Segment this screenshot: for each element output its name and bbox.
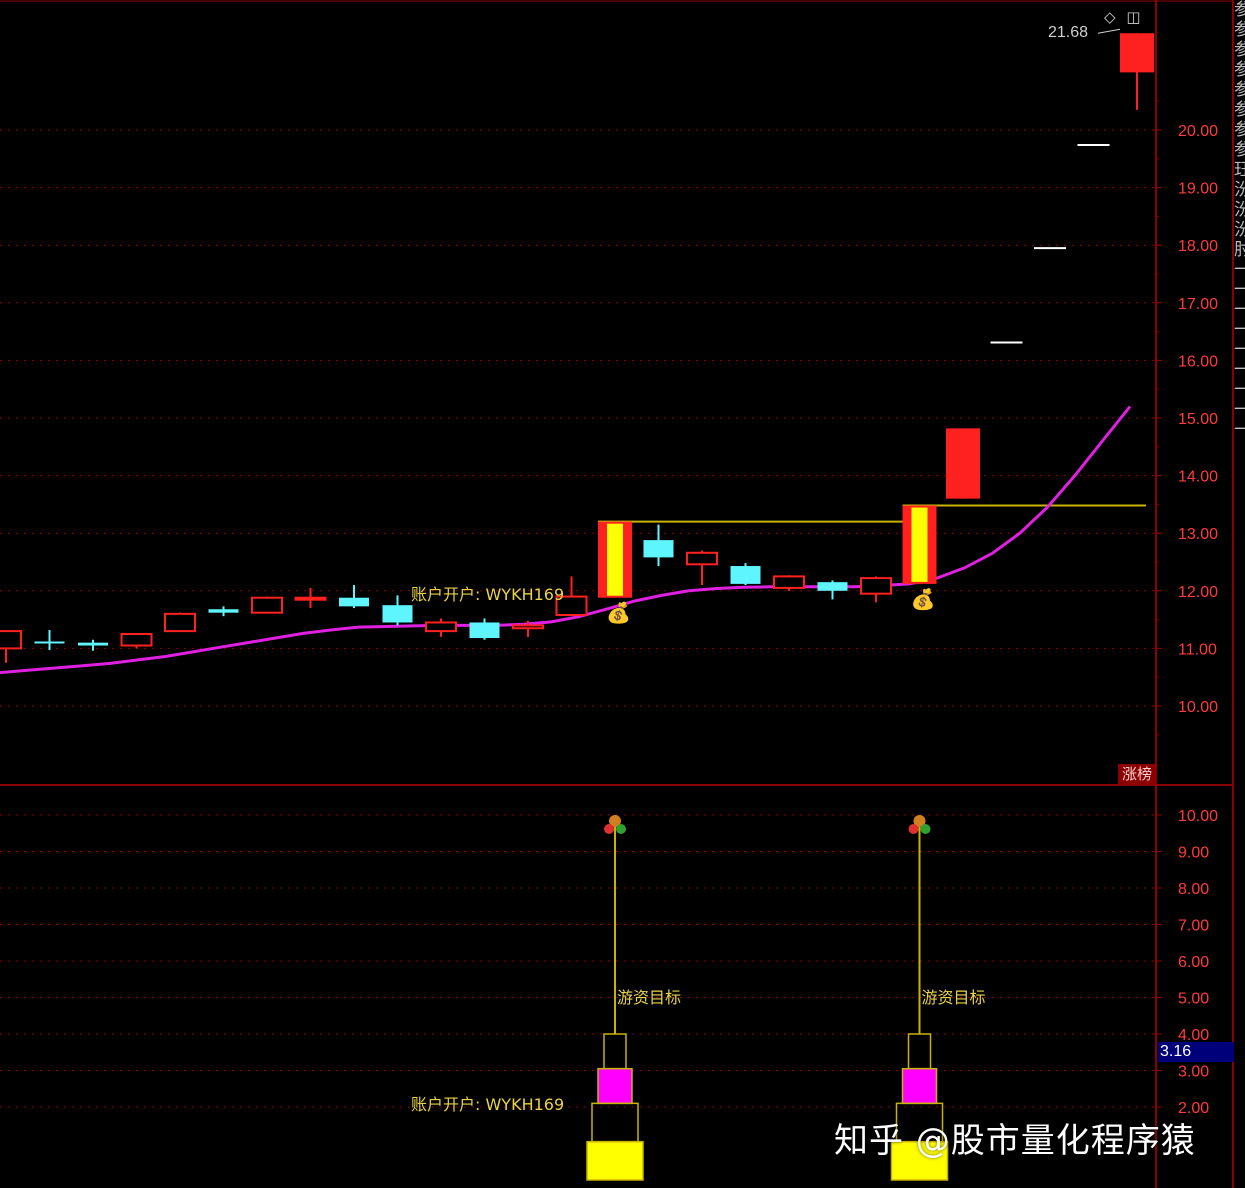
candle-body [294, 596, 327, 601]
candle-body [208, 609, 239, 613]
y-tick-label: 19.00 [1178, 181, 1218, 198]
candle-body [1120, 33, 1154, 73]
candle [425, 618, 457, 637]
candle-body [34, 641, 65, 644]
candle [773, 575, 805, 591]
y-tick-label: 8.00 [1178, 881, 1209, 898]
candle [643, 524, 674, 567]
candle [78, 639, 108, 651]
account-label: 账户开户: WYKH169 [411, 585, 564, 604]
candle [34, 629, 65, 651]
candle-body [469, 622, 500, 639]
y-tick-label: 9.00 [1178, 845, 1209, 862]
signal-tier [907, 1033, 932, 1070]
last-price-label: 21.68 [1048, 24, 1088, 41]
candle-core [911, 507, 928, 582]
y-tick-label: 7.00 [1178, 918, 1209, 935]
candle-body [686, 551, 718, 566]
y-tick-label: 13.00 [1178, 526, 1218, 543]
candle [1120, 33, 1154, 110]
candle [251, 596, 283, 614]
signal-tier [901, 1067, 938, 1105]
candle-body [860, 577, 892, 595]
candle-body [773, 575, 805, 589]
y-tick-label: 12.00 [1178, 584, 1218, 601]
y-tick-label: 16.00 [1178, 353, 1218, 370]
candle-body [382, 605, 413, 623]
price-arrow [1097, 28, 1121, 34]
candle-body [512, 624, 544, 630]
candle [730, 563, 761, 586]
candle-body [78, 642, 108, 646]
candles: 💰💰 [0, 33, 1154, 663]
candle [686, 550, 718, 586]
candle [120, 633, 153, 649]
candle [469, 618, 500, 640]
ornament-icon [604, 824, 614, 834]
chart-labels: 21.68 账户开户: WYKH169 账户开户: WYKH169 [411, 24, 1121, 1114]
watermark: 知乎 @股市量化程序猿 [834, 1121, 1196, 1161]
candle [208, 606, 239, 617]
y-tick-label: 10.00 [1178, 808, 1218, 825]
candle-body [730, 566, 761, 584]
candle-body [0, 630, 22, 650]
panel-icon[interactable]: ◫ [1126, 8, 1140, 26]
target-label: 游资目标 [922, 988, 986, 1007]
candle [817, 580, 848, 600]
level-lines [598, 504, 1146, 523]
diamond-icon[interactable]: ◇ [1104, 8, 1116, 26]
candle [164, 612, 196, 633]
candle [339, 585, 369, 609]
toolbar-icons[interactable]: ◇ ◫ [1104, 8, 1147, 26]
signal-tier [591, 1102, 639, 1143]
rank-badge[interactable]: 涨榜 [1118, 764, 1156, 784]
target-label: 游资目标 [617, 988, 681, 1007]
y-tick-label: 5.00 [1178, 991, 1209, 1008]
candle [382, 595, 413, 626]
signal-tier [597, 1067, 633, 1105]
candle-body [817, 582, 848, 591]
ornament-icon [616, 824, 626, 834]
candle: 💰 [902, 505, 937, 611]
candle [860, 576, 892, 603]
candle-body [425, 621, 457, 633]
y-tick-label: 14.00 [1178, 469, 1218, 486]
y-tick-label: 17.00 [1178, 296, 1218, 313]
y-tick-label: 11.00 [1178, 641, 1217, 658]
ornament-icon [920, 824, 931, 834]
account-label: 账户开户: WYKH169 [411, 1095, 564, 1114]
candle-body [164, 612, 196, 633]
signal-tier [586, 1140, 644, 1181]
y-tick-label: 18.00 [1178, 238, 1218, 255]
current-value-label: 3.16 [1158, 1042, 1234, 1062]
candle-core [607, 523, 623, 596]
money-bag-icon: 💰 [911, 587, 936, 611]
y-tick-label: 6.00 [1178, 954, 1209, 971]
money-bag-icon: 💰 [606, 601, 631, 625]
candle-body [643, 540, 674, 558]
candle-body [339, 597, 369, 607]
candle-body [120, 633, 153, 647]
ornament-icon [908, 824, 919, 834]
price-axis: 20.00 19.00 18.00 17.00 16.00 15.00 14.00 13.00… [1156, 100, 1218, 736]
side-info-strip: 参参参参参参参参 珏汾汾汾 肘 一 一 一 一 一 一 一 一 一 [1234, 0, 1245, 440]
signal-tier [603, 1033, 627, 1070]
y-tick-label: 10.00 [1178, 699, 1218, 716]
y-tick-label: 15.00 [1178, 411, 1218, 428]
candle [946, 428, 980, 499]
y-tick-label: 3.00 [1178, 1064, 1209, 1081]
candle-body [251, 596, 283, 614]
candle-body [946, 428, 980, 499]
y-tick-label: 20.00 [1178, 123, 1218, 140]
kline-chart: 20.00 19.00 18.00 17.00 16.00 15.00 14.00 13.00… [0, 0, 1234, 1188]
candle [0, 630, 22, 663]
